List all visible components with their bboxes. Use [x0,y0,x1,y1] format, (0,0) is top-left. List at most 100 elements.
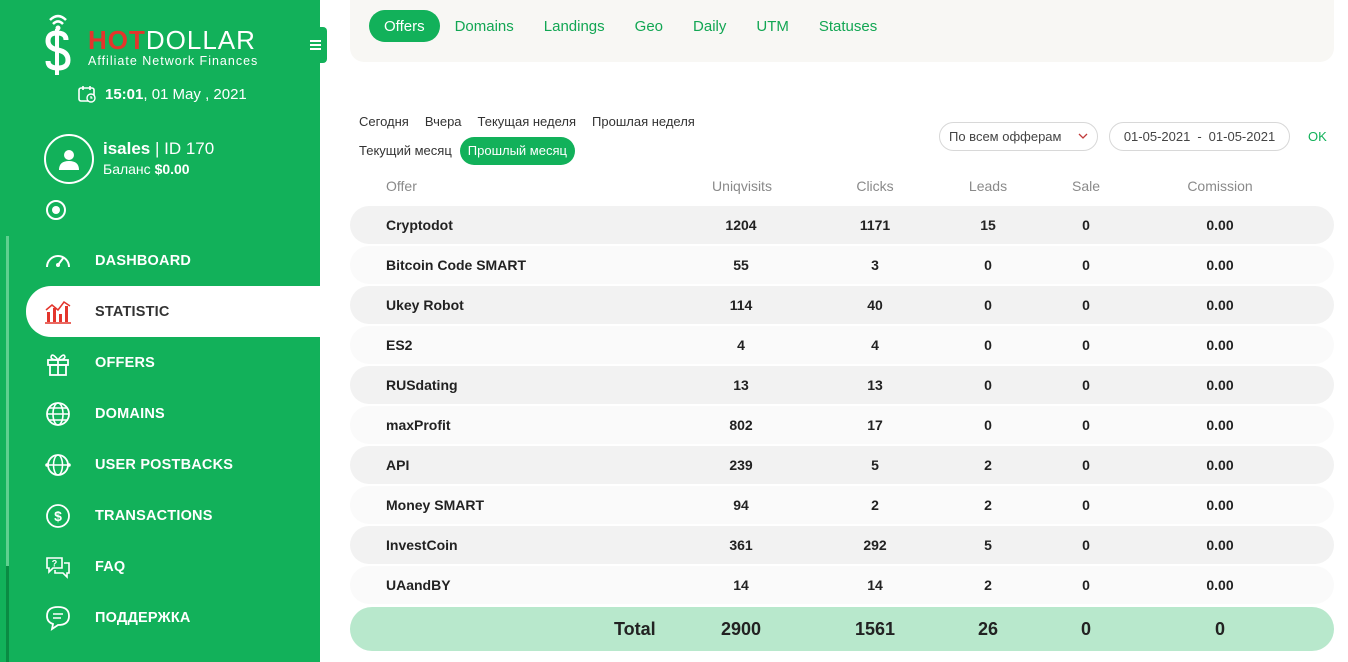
cell-offer: maxProfit [386,417,451,433]
sidebar-item-label: OFFERS [95,354,156,371]
col-uniqvisits[interactable]: Uniqvisits [702,178,782,194]
cell-leads: 0 [984,417,992,433]
chat-support-icon [44,604,72,632]
brand-tagline: Affiliate Network Finances [88,54,259,68]
gift-icon [44,349,72,377]
sidebar-item-offers[interactable]: OFFERS [0,337,320,388]
cell-sale: 0 [1082,577,1090,593]
col-offer[interactable]: Offer [386,178,417,194]
period-filters: Сегодня Вчера Текущая неделя Прошлая нед… [351,108,731,165]
cell-leads: 2 [984,577,992,593]
dollar-logo-icon [45,14,71,75]
dollar-coin-icon: $ [44,502,72,530]
table-header: Offer Uniqvisits Clicks Leads Sale Comis… [350,172,1334,198]
period-today[interactable]: Сегодня [351,108,417,136]
total-clicks: 1561 [854,619,896,639]
cell-sale: 0 [1082,417,1090,433]
cell-clicks: 14 [867,577,883,593]
online-status-icon [46,200,66,220]
table-row[interactable]: Money SMART 94 2 2 0 0.00 [350,486,1334,524]
cell-clicks: 17 [867,417,883,433]
period-last-week[interactable]: Прошлая неделя [584,108,703,136]
sidebar-toggle-button[interactable] [304,27,327,63]
cell-leads: 15 [980,217,996,233]
sidebar-item-label: STATISTIC [95,303,170,320]
tab-landings[interactable]: Landings [529,10,620,42]
sidebar-item-label: USER POSTBACKS [95,456,234,473]
period-this-week[interactable]: Текущая неделя [470,108,584,136]
tab-utm[interactable]: UTM [741,10,804,42]
cell-comission: 0.00 [1206,497,1234,513]
sidebar-item-support[interactable]: ПОДДЕРЖКА [0,592,320,643]
table-row[interactable]: Bitcoin Code SMART 55 3 0 0 0.00 [350,246,1334,284]
sidebar-item-domains[interactable]: DOMAINS [0,388,320,439]
table-row[interactable]: Cryptodot 1204 1171 15 0 0.00 [350,206,1334,244]
sidebar-item-dashboard[interactable]: DASHBOARD [0,235,320,286]
total-comission: 0 [1214,619,1225,639]
sidebar: HOTDOLLAR Affiliate Network Finances 15:… [0,0,327,662]
cell-comission: 0.00 [1206,537,1234,553]
cell-uniqvisits: 14 [733,577,749,593]
table-body: Cryptodot 1204 1171 15 0 0.00 Bitcoin Co… [350,206,1334,606]
period-yesterday[interactable]: Вчера [417,108,470,136]
sidebar-item-label: TRANSACTIONS [95,507,213,524]
col-clicks[interactable]: Clicks [845,178,905,194]
sidebar-item-transactions[interactable]: $ TRANSACTIONS [0,490,320,541]
tab-geo[interactable]: Geo [620,10,678,42]
current-date: , 01 May , 2021 [143,85,247,103]
sidebar-item-user-postbacks[interactable]: USER POSTBACKS [0,439,320,490]
avatar[interactable] [44,134,94,184]
table-row[interactable]: maxProfit 802 17 0 0 0.00 [350,406,1334,444]
sidebar-item-statistic[interactable]: STATISTIC [26,286,320,337]
cell-leads: 0 [984,297,992,313]
cell-clicks: 5 [871,457,879,473]
cell-offer: Ukey Robot [386,297,464,313]
sidebar-item-faq[interactable]: ? FAQ [0,541,320,592]
sidebar-item-label: DASHBOARD [95,252,192,269]
table-row[interactable]: InvestCoin 361 292 5 0 0.00 [350,526,1334,564]
cell-sale: 0 [1082,217,1090,233]
period-this-month[interactable]: Текущий месяц [351,137,460,165]
cell-offer: ES2 [386,337,413,353]
table-row[interactable]: API 239 5 2 0 0.00 [350,446,1334,484]
svg-text:?: ? [52,558,58,568]
cell-clicks: 2 [871,497,879,513]
tab-daily[interactable]: Daily [678,10,741,42]
col-leads[interactable]: Leads [958,178,1018,194]
cell-sale: 0 [1082,377,1090,393]
cell-leads: 0 [984,377,992,393]
bar-chart-icon [44,298,72,326]
cell-offer: Bitcoin Code SMART [386,257,526,273]
cell-comission: 0.00 [1206,417,1234,433]
globe-icon [44,400,72,428]
brand-logo[interactable]: HOTDOLLAR Affiliate Network Finances [40,10,290,76]
date-separator: - [1197,129,1202,144]
col-sale[interactable]: Sale [1056,178,1116,194]
apply-button[interactable]: OK [1302,122,1333,151]
table-row[interactable]: ES2 4 4 0 0 0.00 [350,326,1334,364]
cell-uniqvisits: 55 [733,257,749,273]
user-profile[interactable]: isales | ID 170 Баланс $0.00 [44,134,214,184]
tab-domains[interactable]: Domains [440,10,529,42]
cell-leads: 2 [984,497,992,513]
cell-comission: 0.00 [1206,257,1234,273]
user-icon [59,150,79,170]
table-row[interactable]: Ukey Robot 114 40 0 0 0.00 [350,286,1334,324]
svg-text:$: $ [54,508,62,524]
col-comission[interactable]: Comission [1170,178,1270,194]
cell-clicks: 40 [867,297,883,313]
balance-value: $0.00 [154,161,190,177]
table-row[interactable]: UAandBY 14 14 2 0 0.00 [350,566,1334,604]
total-sale: 0 [1080,619,1091,639]
cell-sale: 0 [1082,457,1090,473]
cell-comission: 0.00 [1206,457,1234,473]
tab-offers[interactable]: Offers [369,10,440,42]
offer-select[interactable]: По всем офферам [939,122,1098,151]
tab-statuses[interactable]: Statuses [804,10,892,42]
date-range-input[interactable]: 01-05-2021 - 01-05-2021 [1109,122,1290,151]
cell-leads: 2 [984,457,992,473]
period-last-month[interactable]: Прошлый месяц [459,137,575,165]
cell-sale: 0 [1082,497,1090,513]
table-row[interactable]: RUSdating 13 13 0 0 0.00 [350,366,1334,404]
cell-uniqvisits: 114 [729,297,753,313]
